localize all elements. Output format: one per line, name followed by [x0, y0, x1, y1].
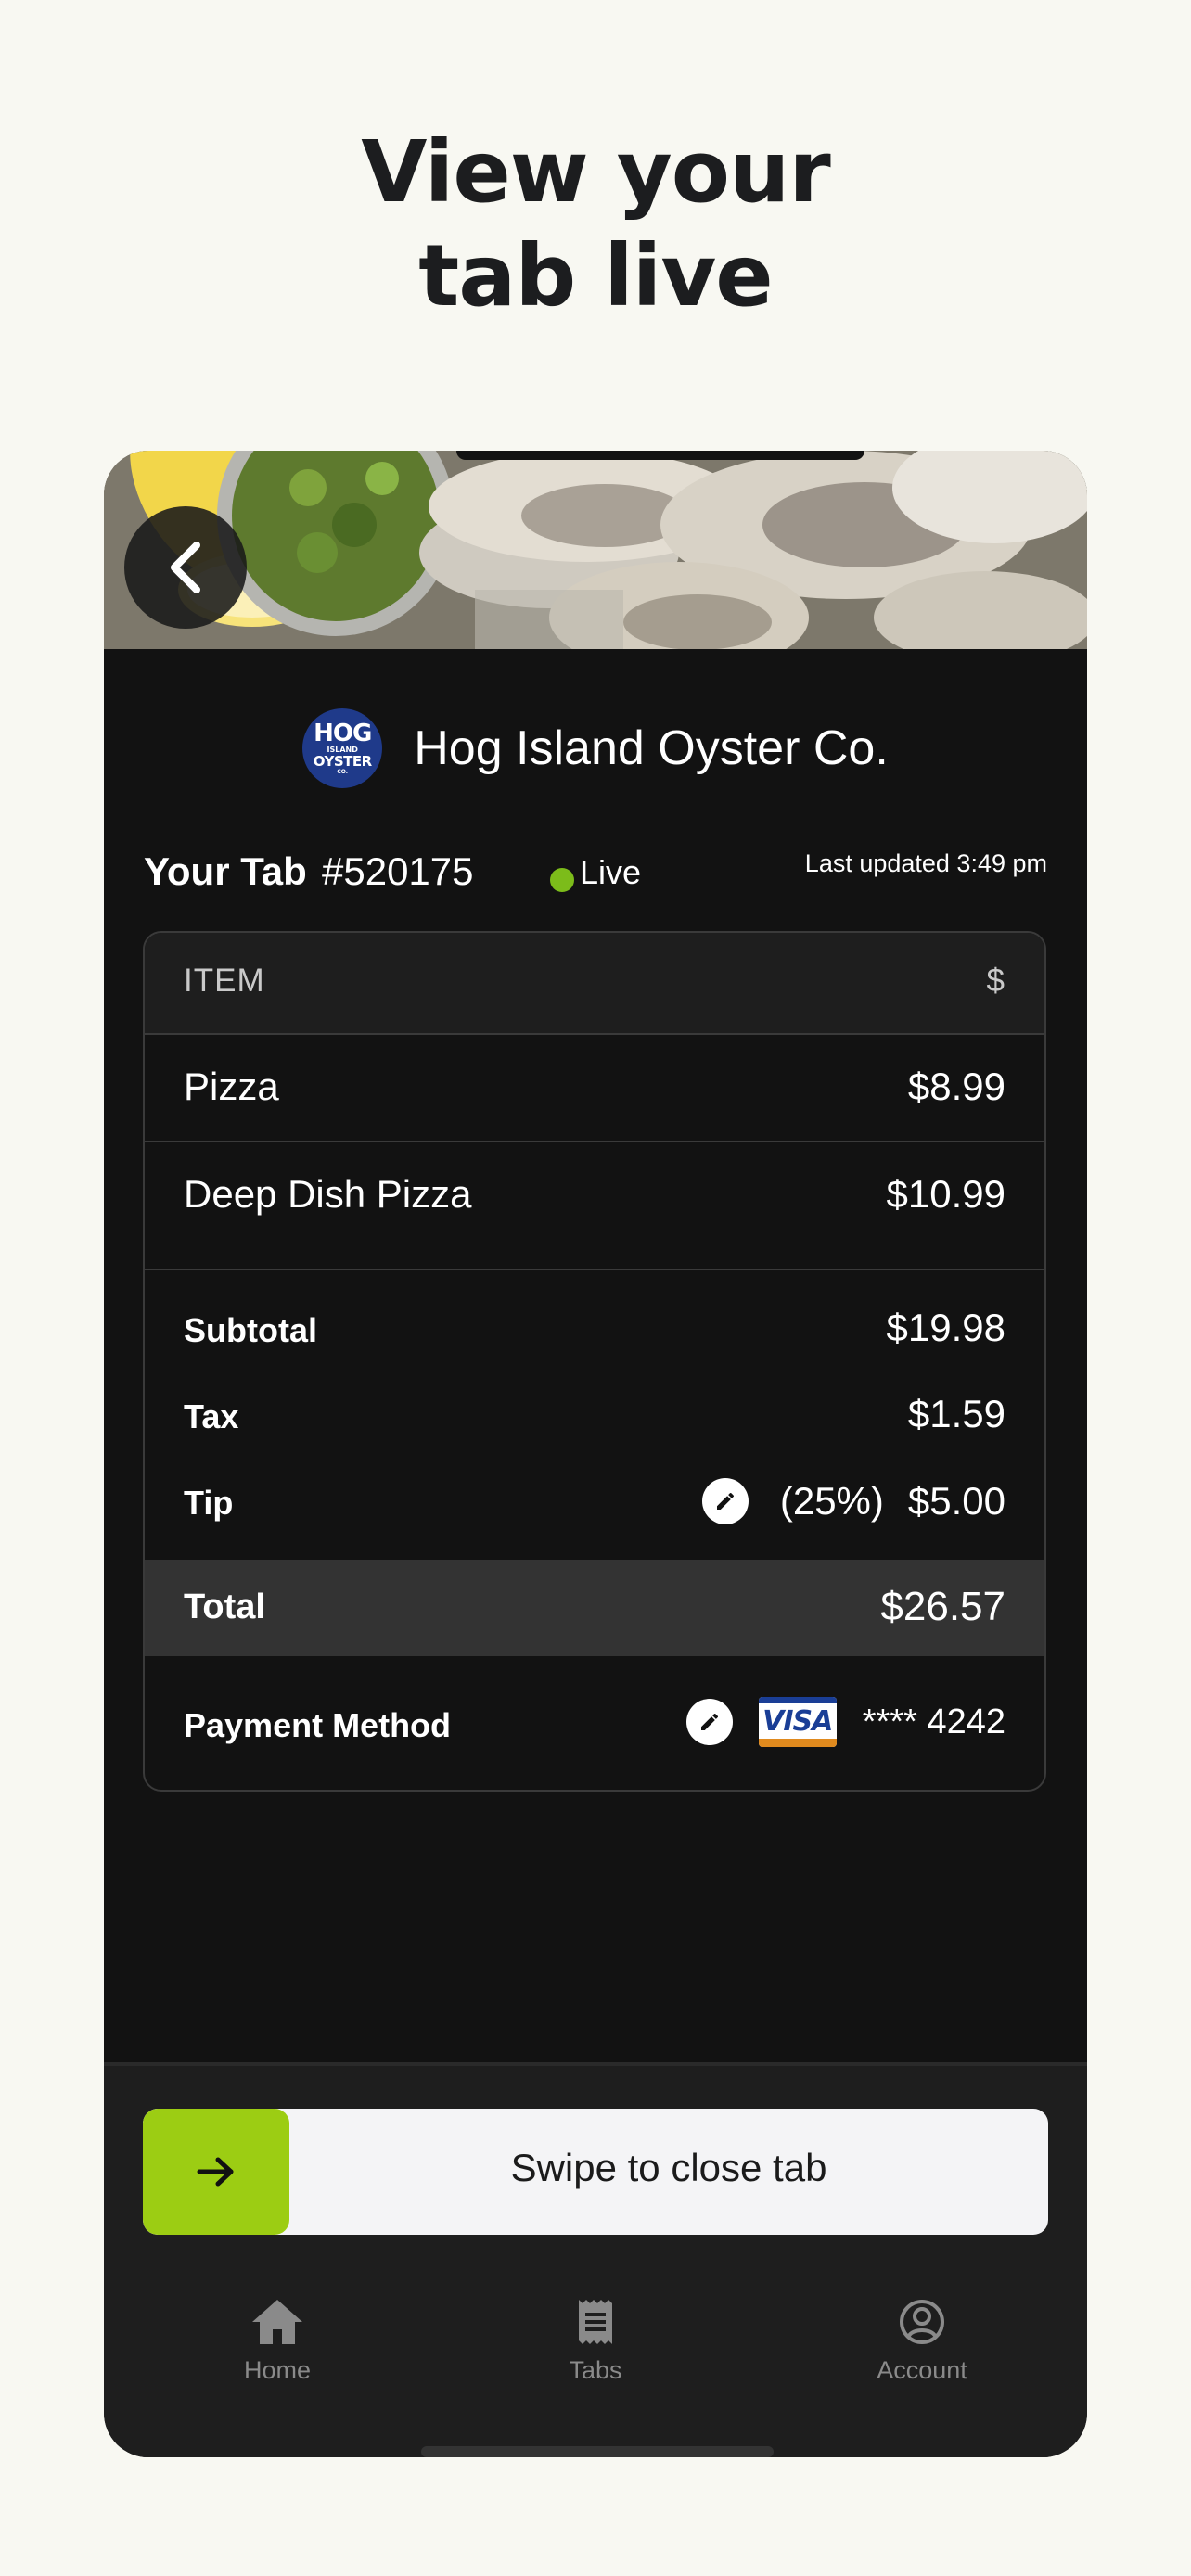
tab-label: Your Tab — [144, 849, 307, 893]
item-price: $10.99 — [886, 1172, 1005, 1216]
payment-label: Payment Method — [184, 1706, 452, 1744]
pencil-icon — [700, 1713, 718, 1730]
subtotal-value: $19.98 — [886, 1306, 1005, 1349]
tax-row: Tax $1.59 — [145, 1392, 1044, 1457]
tip-row: Tip (25%) $5.00 — [145, 1478, 1044, 1543]
merchant-header: HOG ISLAND OYSTER CO. Hog Island Oyster … — [104, 707, 1087, 790]
back-button[interactable] — [124, 506, 247, 629]
merchant-name: Hog Island Oyster Co. — [414, 721, 889, 775]
header-amount: $ — [986, 963, 1005, 999]
last-updated: Last updated 3:49 pm — [804, 849, 1047, 877]
hero-image — [104, 451, 1087, 649]
nav-home[interactable]: Home — [175, 2298, 379, 2385]
bottom-panel: Swipe to close tab Home Tabs Account — [104, 2062, 1087, 2457]
payment-row: Payment Method VISA **** 4242 — [145, 1656, 1044, 1790]
merchant-logo: HOG ISLAND OYSTER CO. — [302, 708, 383, 788]
total-label: Total — [184, 1588, 265, 1626]
live-status-dot — [550, 868, 574, 892]
tax-label: Tax — [184, 1397, 239, 1435]
swipe-handle[interactable] — [143, 2109, 289, 2235]
home-icon — [252, 2300, 302, 2344]
nav-tabs[interactable]: Tabs — [493, 2298, 698, 2385]
nav-tabs-label: Tabs — [569, 2356, 622, 2384]
table-header: ITEM $ — [145, 933, 1044, 1035]
tax-value: $1.59 — [907, 1392, 1005, 1435]
tab-items-table: ITEM $ Pizza $8.99 Deep Dish Pizza $10.9… — [143, 931, 1046, 1792]
tab-info-row: Your Tab #520175 Live Last updated 3:49 … — [144, 840, 1047, 905]
tip-value: $5.00 — [907, 1479, 1005, 1523]
tip-label: Tip — [184, 1484, 234, 1522]
edit-payment-button[interactable] — [685, 1699, 733, 1745]
edit-tip-button[interactable] — [701, 1478, 749, 1524]
table-row[interactable]: Pizza $8.99 — [145, 1035, 1044, 1142]
header-item: ITEM — [184, 963, 265, 999]
item-name: Deep Dish Pizza — [184, 1172, 472, 1216]
nav-account-label: Account — [877, 2356, 967, 2384]
item-price: $8.99 — [907, 1065, 1005, 1108]
item-name: Pizza — [184, 1065, 279, 1108]
headline-line-2: tab live — [418, 226, 773, 325]
receipt-icon — [579, 2300, 612, 2344]
chevron-left-icon — [171, 542, 200, 593]
card-number: **** 4242 — [862, 1702, 1005, 1741]
tab-number: #520175 — [322, 849, 474, 893]
tip-percent: (25%) — [779, 1479, 884, 1523]
swipe-to-close-slider[interactable]: Swipe to close tab — [143, 2109, 1048, 2235]
live-status-label: Live — [580, 853, 642, 891]
oyster-platter-illustration — [104, 451, 1087, 649]
phone-frame: HOG ISLAND OYSTER CO. Hog Island Oyster … — [104, 451, 1087, 2457]
subtotal-label: Subtotal — [184, 1311, 317, 1349]
account-icon — [900, 2300, 944, 2344]
table-row[interactable]: Deep Dish Pizza $10.99 — [145, 1142, 1044, 1270]
subtotal-row: Subtotal $19.98 — [145, 1306, 1044, 1371]
home-indicator — [421, 2446, 774, 2457]
total-value: $26.57 — [880, 1584, 1005, 1629]
arrow-right-icon — [197, 2157, 234, 2187]
payment-controls: VISA **** 4242 — [685, 1697, 1005, 1747]
headline: View your tab live — [0, 121, 1191, 328]
notch-edge — [456, 451, 864, 460]
pencil-icon — [716, 1492, 734, 1510]
swipe-label: Swipe to close tab — [510, 2146, 827, 2189]
nav-home-label: Home — [243, 2356, 312, 2384]
nav-account[interactable]: Account — [820, 2298, 1024, 2385]
headline-line-1: View your — [361, 122, 831, 222]
tip-controls: (25%) $5.00 — [701, 1478, 1005, 1524]
visa-card-icon: VISA — [758, 1697, 837, 1747]
total-row: Total $26.57 — [145, 1560, 1044, 1656]
